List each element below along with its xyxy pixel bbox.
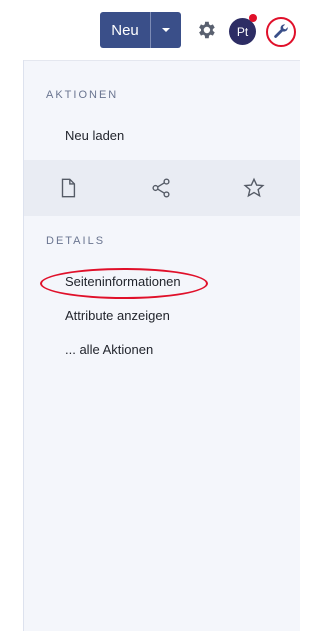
tools-button[interactable] [266,17,296,47]
icon-bar [24,160,300,216]
reload-link[interactable]: Neu laden [65,128,124,143]
wrench-icon [274,24,288,38]
left-gutter [0,60,24,631]
actions-panel: AKTIONEN Neu laden DETAILS Seiteninforma… [24,60,300,631]
caret-down-icon [162,28,170,32]
show-attributes-link[interactable]: Attribute anzeigen [65,308,170,323]
avatar-initials: Pt [236,24,249,39]
user-avatar[interactable]: Pt [229,18,256,45]
actions-heading: AKTIONEN [46,89,119,101]
new-dropdown-button[interactable] [151,12,181,48]
details-heading: DETAILS [46,235,106,247]
file-icon[interactable] [57,177,79,199]
top-bar: Neu Pt [0,0,300,60]
star-icon[interactable] [243,177,265,199]
all-actions-link[interactable]: ... alle Aktionen [65,342,153,357]
new-button[interactable]: Neu [100,12,150,48]
notification-dot [249,14,257,22]
new-split-button: Neu [100,12,181,48]
page-info-link[interactable]: Seiteninformationen [65,274,181,289]
gear-icon[interactable] [195,19,217,41]
share-icon[interactable] [150,177,172,199]
